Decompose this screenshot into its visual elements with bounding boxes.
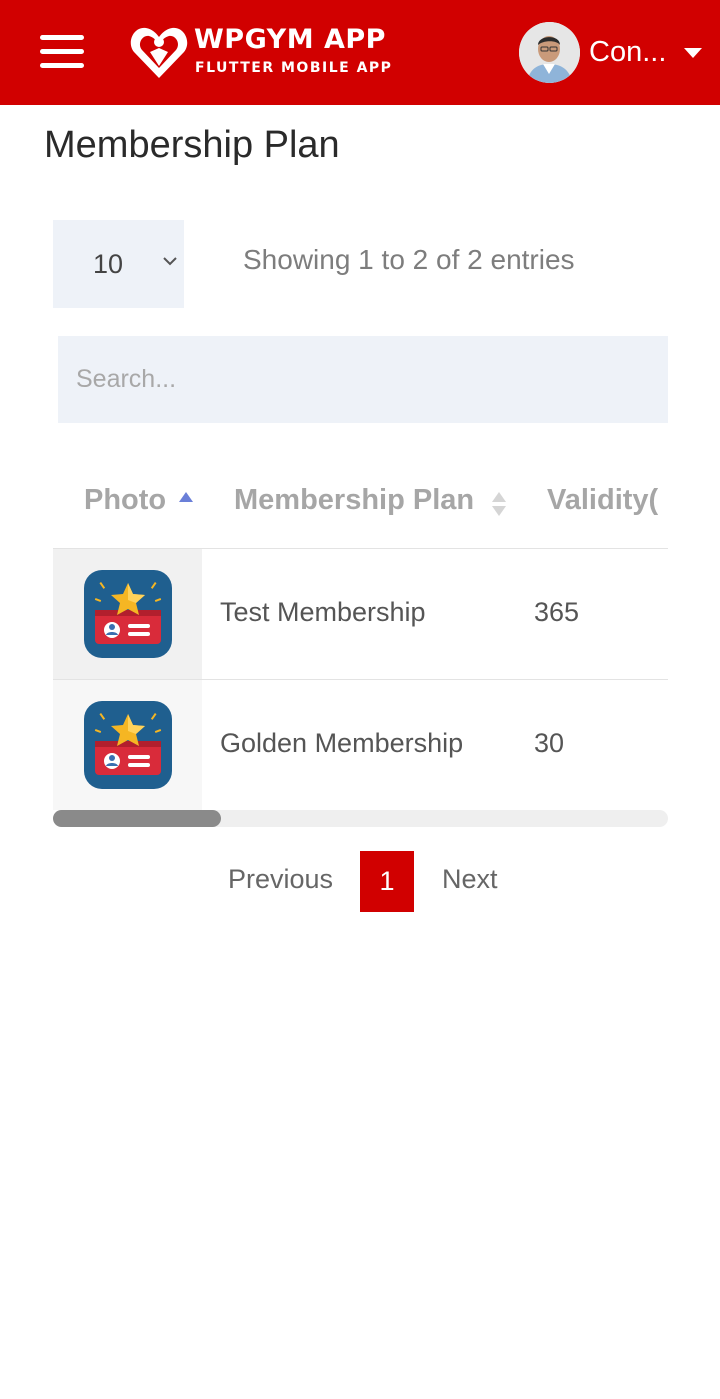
plan-validity: 30 [534, 728, 565, 758]
top-app-bar: WPGYM APP FLUTTER MOBILE APP Con... [0, 0, 720, 105]
entries-value: 10 [93, 249, 124, 279]
next-page-button[interactable]: Next [442, 864, 498, 895]
app-title: WPGYM APP [194, 24, 386, 55]
sort-icon[interactable] [492, 492, 506, 518]
sort-asc-icon[interactable] [179, 492, 193, 502]
plan-name: Golden Membership [220, 728, 464, 758]
caret-down-icon[interactable] [684, 48, 702, 58]
scrollbar-thumb[interactable] [53, 810, 221, 827]
menu-icon[interactable] [40, 35, 84, 69]
table-row[interactable]: Test Membership 365 [53, 548, 668, 679]
plan-name: Test Membership [220, 597, 426, 627]
column-header-membership-plan[interactable]: Membership Plan [234, 484, 474, 517]
membership-table: Photo Membership Plan Validity(Test Mem… [53, 460, 668, 810]
photo-cell [53, 549, 202, 679]
chevron-down-icon [163, 257, 177, 266]
column-header-photo[interactable]: Photo [84, 484, 166, 517]
search-input[interactable] [58, 336, 668, 423]
membership-card-icon [84, 701, 172, 789]
membership-card-icon [84, 570, 172, 658]
previous-page-button[interactable]: Previous [228, 864, 333, 895]
column-header-validity[interactable]: Validity( [547, 484, 658, 517]
avatar[interactable] [519, 22, 580, 83]
page-1-button[interactable]: 1 [360, 851, 414, 912]
wpgym-logo-icon [130, 27, 188, 78]
entries-info: Showing 1 to 2 of 2 entries [243, 244, 575, 275]
entries-select[interactable]: 10 [53, 220, 184, 308]
page-title: Membership Plan [44, 124, 340, 166]
app-subtitle: FLUTTER MOBILE APP [195, 60, 393, 76]
user-photo-icon [519, 22, 580, 83]
user-name[interactable]: Con... [589, 36, 666, 69]
plan-validity: 365 [534, 597, 580, 627]
table-row[interactable]: Golden Membership 30 [53, 679, 668, 810]
photo-cell [53, 680, 202, 810]
